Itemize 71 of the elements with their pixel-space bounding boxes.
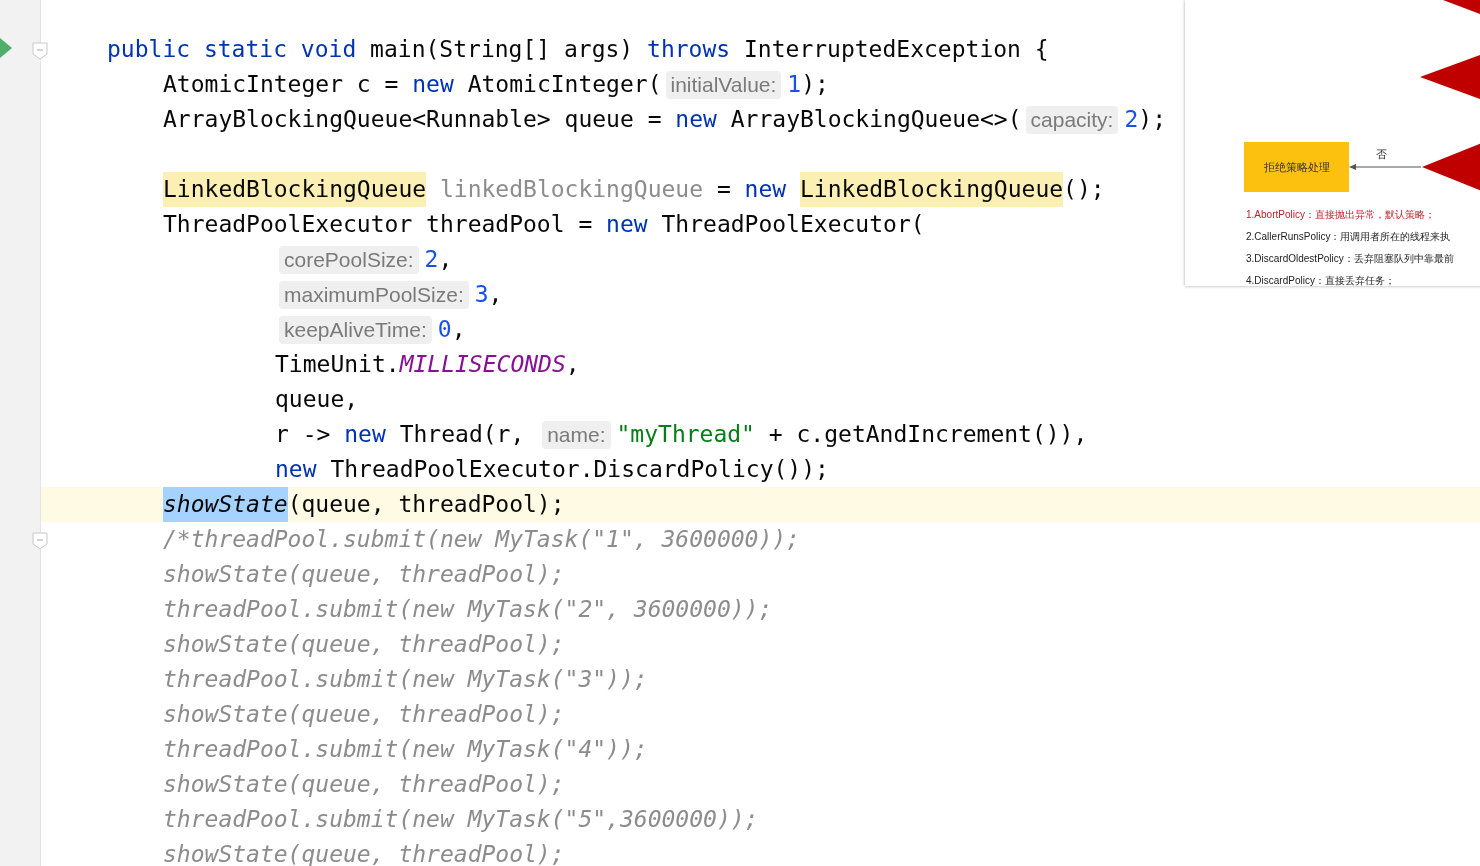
code-text: InterruptedException {: [744, 35, 1049, 64]
code-text: ();: [1063, 175, 1105, 204]
keyword: public static void: [107, 35, 358, 64]
code-text: AtomicInteger c =: [163, 70, 400, 99]
highlighted-identifier: LinkedBlockingQueue: [163, 172, 427, 207]
code-text: (queue, threadPool);: [287, 490, 565, 519]
selected-text: showState: [163, 487, 288, 522]
code-text: ThreadPoolExecutor.DiscardPolicy());: [330, 455, 829, 484]
highlighted-identifier: LinkedBlockingQueue: [800, 172, 1064, 207]
parameter-hint: corePoolSize:: [279, 245, 419, 274]
keyword: new: [675, 105, 718, 134]
parameter-hint: maximumPoolSize:: [279, 280, 469, 309]
code-text: ,: [488, 280, 503, 309]
code-text: ,: [565, 350, 580, 379]
run-icon[interactable]: [0, 38, 12, 58]
arrow: [1349, 163, 1421, 171]
code-text: TimeUnit.: [275, 350, 400, 379]
code-comment: showState(queue, threadPool);: [163, 770, 565, 799]
code-text: ,: [438, 245, 453, 274]
code-text: ArrayBlockingQueue<Runnable> queue =: [163, 105, 663, 134]
code-comment: threadPool.submit(new MyTask("2", 3600000));: [163, 595, 773, 624]
code-text: ,: [451, 315, 466, 344]
decision-shape: [1422, 143, 1480, 191]
keyword: new: [344, 420, 387, 449]
code-text: + c.getAndIncrement()),: [767, 420, 1088, 449]
code-text: main(String[] args): [370, 35, 635, 64]
code-text: ThreadPoolExecutor threadPool =: [163, 210, 594, 239]
policy-text: 1.AbortPolicy：直接抛出异常，默认策略；: [1246, 208, 1436, 222]
code-text: Thread(r,: [399, 420, 526, 449]
code-text: r ->: [275, 420, 332, 449]
parameter-hint: initialValue:: [665, 70, 782, 99]
fold-icon[interactable]: [32, 42, 48, 60]
code-text: AtomicInteger(: [467, 70, 662, 99]
decision-shape: [1420, 55, 1480, 99]
code-text: );: [1138, 105, 1166, 134]
keyword: new: [606, 210, 649, 239]
code-comment: threadPool.submit(new MyTask("4"));: [163, 735, 648, 764]
keyword: throws: [647, 35, 732, 64]
code-text: );: [801, 70, 829, 99]
keyword: new: [744, 175, 788, 204]
number-literal: 2: [1124, 105, 1139, 134]
number-literal: 2: [424, 245, 439, 274]
number-literal: 1: [787, 70, 802, 99]
policy-text: 4.DiscardPolicy：直接丢弃任务；: [1246, 274, 1396, 286]
constant-name: MILLISECONDS: [399, 350, 566, 379]
policy-text: 2.CallerRunsPolicy：用调用者所在的线程来执: [1246, 230, 1452, 244]
keyword: new: [275, 455, 318, 484]
code-comment: showState(queue, threadPool);: [163, 630, 565, 659]
number-literal: 0: [437, 315, 452, 344]
parameter-hint: keepAliveTime:: [279, 315, 432, 344]
arrow-label: 否: [1376, 147, 1387, 162]
keyword: new: [412, 70, 455, 99]
decision-shape: [1443, 0, 1480, 14]
unused-variable: linkedBlockingQueue: [438, 175, 704, 204]
string-literal: "myThread": [616, 420, 755, 449]
code-comment: /*threadPool.submit(new MyTask("1", 3600000));: [163, 525, 800, 554]
process-box: 拒绝策略处理: [1244, 142, 1349, 192]
parameter-hint: capacity:: [1025, 105, 1119, 134]
code-comment: showState(queue, threadPool);: [163, 700, 565, 729]
fold-icon[interactable]: [32, 532, 48, 550]
code-text: ArrayBlockingQueue<>(: [730, 105, 1022, 134]
code-comment: threadPool.submit(new MyTask("3"));: [163, 665, 648, 694]
code-comment: showState(queue, threadPool);: [163, 840, 565, 866]
code-comment: threadPool.submit(new MyTask("5",3600000));: [163, 805, 759, 834]
code-text: ThreadPoolExecutor(: [661, 210, 925, 239]
policy-text: 3.DiscardOldestPolicy：丢弃阻塞队列中靠最前: [1246, 252, 1455, 266]
code-text: =: [715, 175, 732, 204]
number-literal: 3: [474, 280, 489, 309]
code-comment: showState(queue, threadPool);: [163, 560, 565, 589]
code-text: queue,: [275, 385, 359, 414]
parameter-hint: name:: [542, 420, 611, 449]
